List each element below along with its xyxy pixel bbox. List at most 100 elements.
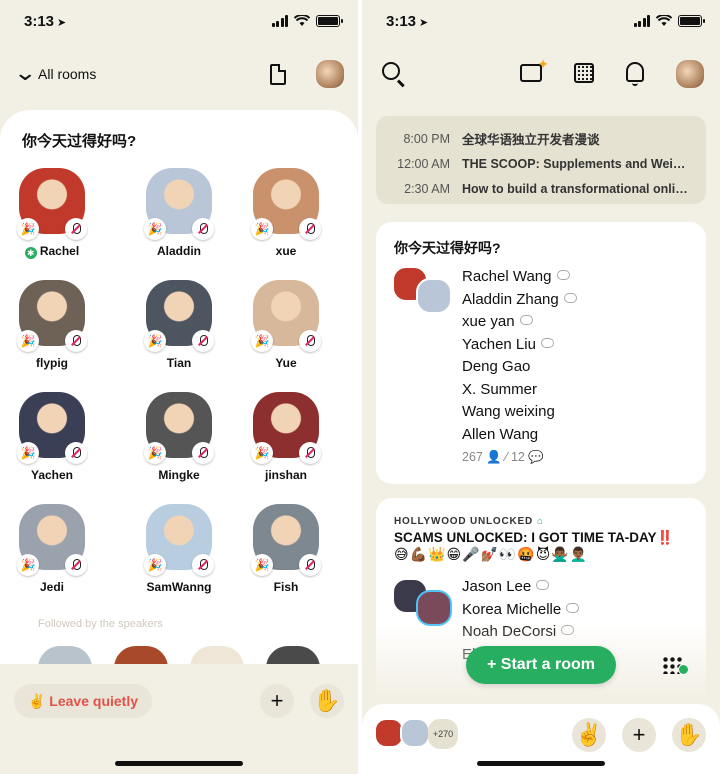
calendar-icon[interactable]: [574, 63, 594, 83]
chevron-down-icon[interactable]: ⌄: [13, 62, 37, 84]
event-title: How to build a transformational onlin...: [462, 181, 688, 196]
chat-bubble-icon: [536, 580, 550, 590]
raise-hand-button[interactable]: ✋: [310, 684, 344, 718]
speaker-avatar: 🎉: [17, 168, 87, 240]
speaker-tile[interactable]: 🎉 Mingke: [129, 392, 229, 482]
speaker-tile[interactable]: 🎉 Tian: [129, 280, 229, 370]
speaker-name: jinshan: [264, 468, 307, 482]
upcoming-event[interactable]: 2:30 AM How to build a transformational o…: [376, 176, 706, 201]
event-time: 2:30 AM: [404, 181, 450, 196]
leave-quietly-button[interactable]: ✌️ Leave quietly: [14, 684, 152, 718]
party-popper-icon: 🎉: [251, 554, 273, 576]
speaker-avatar: 🎉: [144, 504, 214, 576]
speaker-count: 12: [510, 450, 525, 464]
house-icon: ⌂: [537, 516, 544, 527]
bell-icon[interactable]: [626, 62, 644, 86]
status-time: 3:13 ➤: [386, 13, 429, 30]
battery-icon: [316, 15, 343, 27]
speaker-tile[interactable]: 🎉 Jedi: [2, 504, 102, 594]
room-screen: 3:13 ➤ ⌄ All rooms 你今天过得好吗? 🎉 ✱ Rachel 🎉 Alad…: [0, 0, 358, 774]
upcoming-event[interactable]: 12:00 AM THE SCOOP: Supplements and Weig.…: [376, 151, 706, 176]
plus-button[interactable]: +: [260, 684, 294, 718]
speaker-tile[interactable]: 🎉 flypig: [2, 280, 102, 370]
speaker-avatar: 🎉: [144, 168, 214, 240]
chat-bubble-icon: [540, 337, 554, 348]
upcoming-events[interactable]: 8:00 PM 全球华语独立开发者漫谈 12:00 AM THE SCOOP: Su…: [376, 116, 706, 204]
event-time: 8:00 PM: [403, 131, 450, 146]
muted-mic-icon: [65, 330, 87, 352]
speaker-name: Wang weixing: [462, 403, 555, 420]
event-time: 12:00 AM: [397, 156, 450, 171]
moderator-icon: ✱: [24, 247, 37, 259]
chat-bubble-icon: [566, 602, 580, 613]
room-emojis: 😅💪🏾👑😁🎤💅🏽👀🤬😈🙅🏾‍♂️👨🏾‍🦱: [394, 546, 589, 562]
chat-bubble-icon: [556, 270, 570, 280]
room-card-title: SCAMS UNLOCKED: I GOT TIME TA-DAY‼️: [394, 530, 674, 545]
chat-bubble-icon: [563, 292, 577, 303]
speaker-avatar: 🎉: [251, 280, 321, 352]
profile-avatar[interactable]: [676, 60, 704, 88]
speaker-name: Tian: [166, 356, 192, 370]
muted-mic-icon: [299, 218, 321, 240]
party-popper-icon: 🎉: [17, 330, 39, 352]
speaker-tile[interactable]: 🎉 ✱ Rachel: [2, 168, 102, 259]
active-room-count[interactable]: +270: [428, 719, 458, 749]
status-time: 3:13 ➤: [24, 13, 67, 30]
home-indicator: [477, 761, 605, 766]
speaker-tile[interactable]: 🎉 Yachen: [2, 392, 102, 482]
person-icon: 👤: [486, 450, 502, 464]
raise-hand-button[interactable]: ✋: [672, 718, 706, 752]
muted-mic-icon: [299, 330, 321, 352]
speaker-avatar: 🎉: [17, 504, 87, 576]
profile-avatar[interactable]: [316, 60, 344, 88]
room-card[interactable]: 你今天过得好吗? Rachel Wang Aladdin Zhang xue yan…: [376, 222, 706, 484]
document-icon[interactable]: [270, 64, 286, 85]
speaker-name: SamWanng: [146, 580, 212, 594]
party-popper-icon: 🎉: [17, 218, 39, 240]
speaker-tile[interactable]: 🎉 Fish: [236, 504, 336, 594]
muted-mic-icon: [65, 442, 87, 464]
party-popper-icon: 🎉: [144, 218, 166, 240]
club-name: HOLLYWOOD UNLOCKED ⌂: [394, 516, 544, 527]
chat-bubble-icon: 💬: [528, 450, 544, 464]
room-title: 你今天过得好吗?: [22, 133, 137, 150]
party-popper-icon: 🎉: [251, 218, 273, 240]
party-popper-icon: 🎉: [144, 554, 166, 576]
speaker-tile[interactable]: 🎉 jinshan: [236, 392, 336, 482]
party-popper-icon: 🎉: [17, 554, 39, 576]
start-room-button[interactable]: + Start a room: [466, 646, 616, 684]
party-popper-icon: 🎉: [144, 330, 166, 352]
speaker-name: Yachen: [30, 468, 74, 482]
speaker-name: Fish: [273, 580, 299, 594]
location-icon: ➤: [57, 17, 67, 29]
speaker-name: Deng Gao: [462, 358, 531, 375]
muted-mic-icon: [192, 554, 214, 576]
muted-mic-icon: [65, 218, 87, 240]
speaker-name: Mingke: [158, 468, 200, 482]
speaker-tile[interactable]: 🎉 Yue: [236, 280, 336, 370]
speaker-tile[interactable]: 🎉 xue: [236, 168, 336, 258]
speaker-avatar: 🎉: [17, 280, 87, 352]
room-stats: 267 👤 ⁄ 12 💬: [462, 450, 544, 464]
wave-button[interactable]: ✌️: [572, 718, 606, 752]
all-rooms-button[interactable]: All rooms: [38, 66, 96, 82]
hallway-bottom-bar: +270 ✌️ + ✋: [362, 704, 720, 774]
upcoming-event[interactable]: 8:00 PM 全球华语独立开发者漫谈: [376, 126, 706, 151]
plus-button[interactable]: +: [622, 718, 656, 752]
speaker-avatar: [416, 278, 452, 314]
speaker-name: ✱ Rachel: [2, 244, 102, 259]
speaker-tile[interactable]: 🎉 SamWanng: [129, 504, 229, 594]
status-bar: 3:13 ➤: [0, 0, 358, 44]
muted-mic-icon: [65, 554, 87, 576]
search-icon[interactable]: [382, 62, 400, 80]
listener-count: 267: [462, 450, 483, 464]
room-bottom-bar: ✌️ Leave quietly + ✋: [0, 664, 358, 774]
speaker-avatar: 🎉: [251, 168, 321, 240]
speaker-avatar: 🎉: [251, 504, 321, 576]
speaker-tile[interactable]: 🎉 Aladdin: [129, 168, 229, 258]
room-card-title: 你今天过得好吗?: [394, 240, 501, 256]
muted-mic-icon: [192, 218, 214, 240]
active-room-avatar[interactable]: [400, 718, 430, 748]
muted-mic-icon: [192, 442, 214, 464]
invite-icon[interactable]: ✦: [520, 56, 549, 82]
